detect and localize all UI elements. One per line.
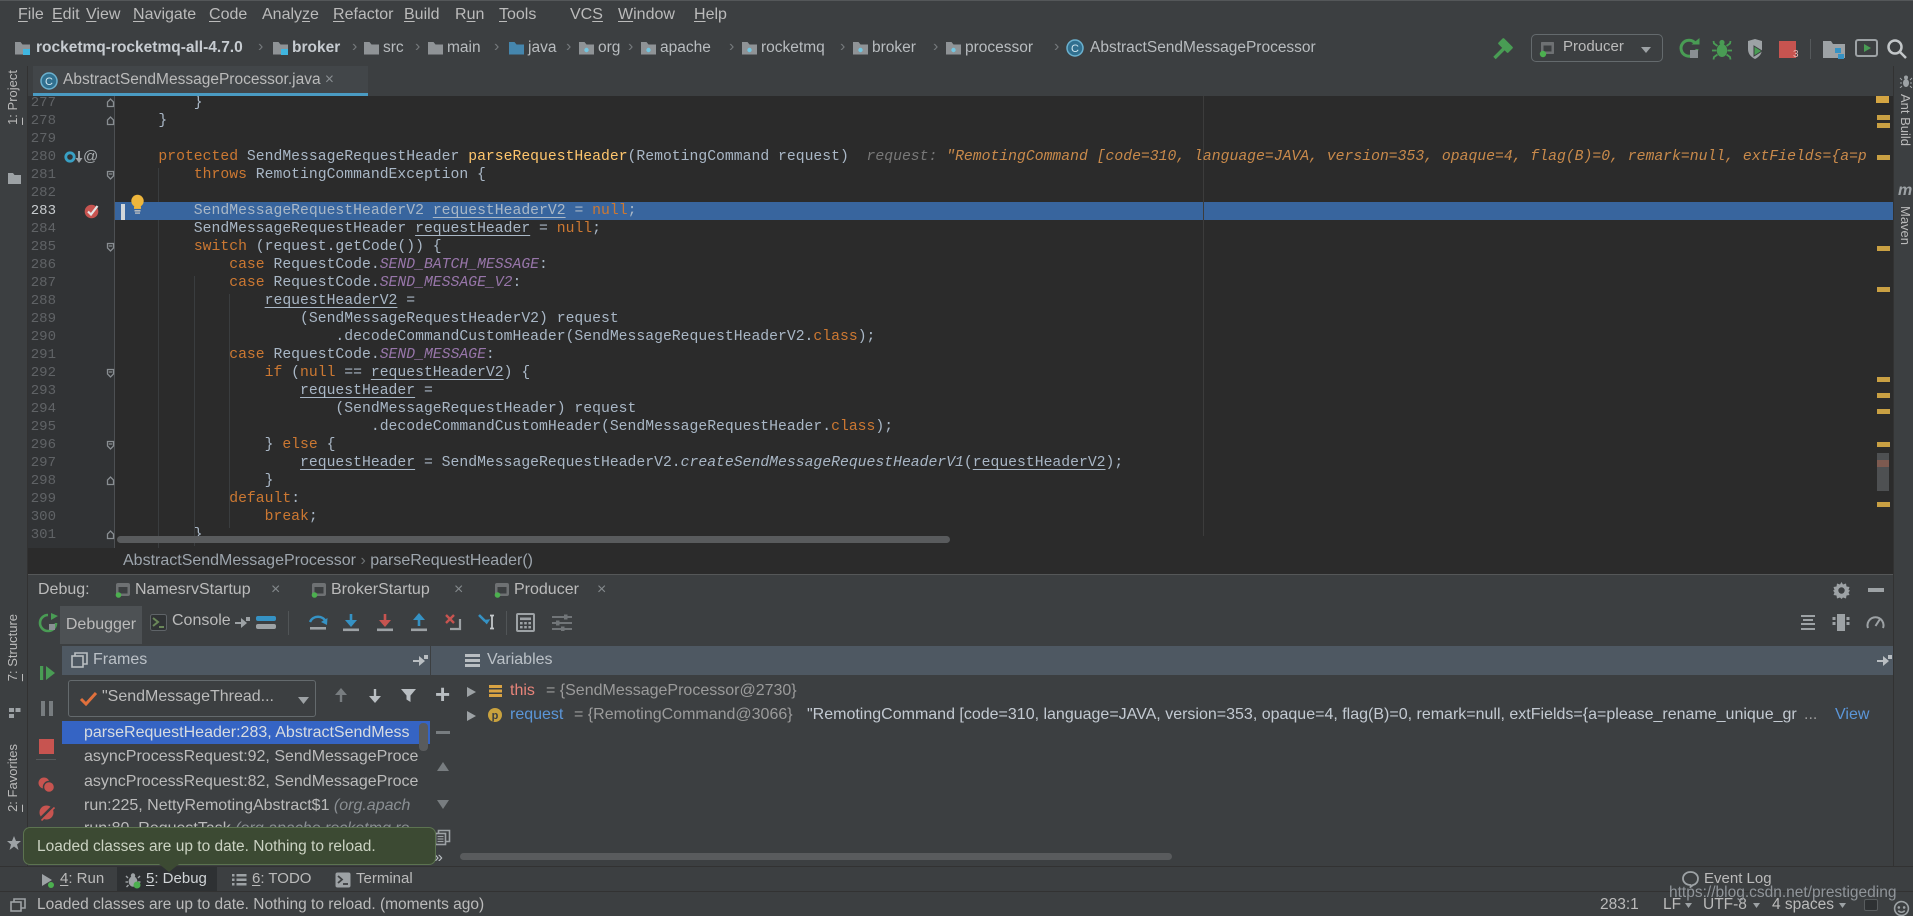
svg-text:C: C: [45, 76, 53, 88]
svg-text:C: C: [1071, 43, 1079, 55]
svg-text:p: p: [492, 710, 499, 722]
